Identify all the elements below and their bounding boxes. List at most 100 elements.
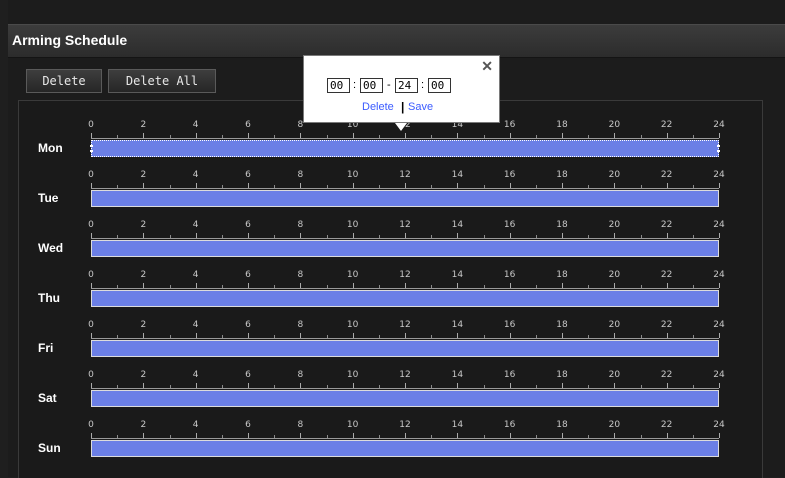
minor-tick xyxy=(326,285,328,288)
minor-tick xyxy=(221,235,223,238)
hour-tick-label: 14 xyxy=(451,220,464,230)
schedule-bar-mon[interactable] xyxy=(91,140,719,157)
hour-tick-label: 0 xyxy=(88,270,94,280)
minor-tick xyxy=(221,285,223,288)
popup-delete-link[interactable]: Delete xyxy=(362,101,394,113)
start-hour-field[interactable] xyxy=(327,78,350,93)
minor-tick xyxy=(640,185,642,188)
day-label-mon: Mon xyxy=(38,141,63,155)
hour-tick-label: 6 xyxy=(245,320,251,330)
major-tick xyxy=(300,133,302,138)
hour-tick-label: 16 xyxy=(503,120,516,130)
minor-tick xyxy=(692,385,694,388)
hour-tick-label: 14 xyxy=(451,320,464,330)
hour-tick-label: 0 xyxy=(88,170,94,180)
start-minute-field[interactable] xyxy=(360,78,383,93)
day-label-sat: Sat xyxy=(38,391,57,405)
minor-tick xyxy=(640,235,642,238)
major-tick xyxy=(91,333,92,338)
major-tick xyxy=(300,283,302,288)
major-tick xyxy=(248,383,249,388)
hour-tick-label: 12 xyxy=(399,420,411,430)
delete-button[interactable]: Delete xyxy=(26,69,102,93)
delete-all-button[interactable]: Delete All xyxy=(108,69,216,93)
popup-pointer xyxy=(395,123,407,131)
hour-tick-label: 0 xyxy=(88,370,94,380)
minor-tick xyxy=(640,135,642,138)
major-tick xyxy=(91,383,92,388)
major-tick xyxy=(457,133,459,138)
major-tick xyxy=(195,183,197,188)
major-tick xyxy=(562,283,563,288)
minor-tick xyxy=(483,335,485,338)
major-tick xyxy=(405,183,406,188)
day-label-sun: Sun xyxy=(38,441,61,455)
hour-tick-label: 4 xyxy=(192,170,199,180)
major-tick xyxy=(562,183,563,188)
major-tick xyxy=(300,433,302,438)
major-tick xyxy=(195,333,197,338)
minor-tick xyxy=(378,385,380,388)
resize-handle[interactable] xyxy=(717,145,720,147)
hour-tick-label: 22 xyxy=(660,120,673,130)
minor-tick xyxy=(483,135,485,138)
schedule-bar-fri[interactable] xyxy=(91,340,719,357)
major-tick xyxy=(666,233,668,238)
minor-tick xyxy=(535,285,537,288)
schedule-bar-tue[interactable] xyxy=(91,190,719,207)
minor-tick xyxy=(117,435,119,438)
major-tick xyxy=(666,283,668,288)
major-tick xyxy=(91,433,92,438)
minor-tick xyxy=(431,435,433,438)
major-tick xyxy=(666,433,668,438)
major-tick xyxy=(352,383,354,388)
popup-save-link[interactable]: Save xyxy=(408,101,433,113)
major-tick xyxy=(509,233,511,238)
hour-tick-label: 12 xyxy=(399,370,411,380)
end-hour-field[interactable] xyxy=(395,78,418,93)
panel-header: Arming Schedule xyxy=(8,24,785,58)
minor-tick xyxy=(169,335,171,338)
hour-tick-label: 16 xyxy=(503,170,516,180)
major-tick xyxy=(719,283,720,288)
minor-tick xyxy=(692,285,694,288)
hour-tick-label: 18 xyxy=(556,320,568,330)
hour-tick-label: 4 xyxy=(192,320,199,330)
minor-tick xyxy=(274,335,276,338)
hour-tick-label: 6 xyxy=(245,420,251,430)
time-edit-popup: ✕ : - : Delete | Save xyxy=(303,55,500,123)
hour-tick-label: 14 xyxy=(451,420,464,430)
minor-tick xyxy=(535,335,537,338)
close-icon[interactable]: ✕ xyxy=(481,58,493,75)
schedule-bar-wed[interactable] xyxy=(91,240,719,257)
minor-tick xyxy=(692,435,694,438)
major-tick xyxy=(248,283,249,288)
schedule-bar-sun[interactable] xyxy=(91,440,719,457)
resize-handle[interactable] xyxy=(717,150,720,152)
major-tick xyxy=(300,183,302,188)
schedule-bar-thu[interactable] xyxy=(91,290,719,307)
major-tick xyxy=(614,133,616,138)
schedule-bar-sat[interactable] xyxy=(91,390,719,407)
resize-handle[interactable] xyxy=(90,145,93,147)
minor-tick xyxy=(431,285,433,288)
hour-tick-label: 22 xyxy=(660,220,673,230)
minor-tick xyxy=(535,135,537,138)
minor-tick xyxy=(378,185,380,188)
hour-tick-label: 0 xyxy=(88,420,94,430)
minor-tick xyxy=(169,135,171,138)
hour-tick-label: 14 xyxy=(451,270,464,280)
minor-tick xyxy=(221,135,223,138)
major-tick xyxy=(143,333,145,338)
major-tick xyxy=(614,333,616,338)
major-tick xyxy=(143,233,145,238)
hour-tick-label: 20 xyxy=(608,370,621,380)
minor-tick xyxy=(535,185,537,188)
resize-handle[interactable] xyxy=(90,150,93,152)
hour-tick-label: 12 xyxy=(399,270,411,280)
hour-tick-label: 2 xyxy=(140,370,147,380)
end-minute-field[interactable] xyxy=(428,78,451,93)
link-divider: | xyxy=(401,100,405,114)
time-axis-line xyxy=(91,388,719,389)
time-axis-line xyxy=(91,138,719,139)
